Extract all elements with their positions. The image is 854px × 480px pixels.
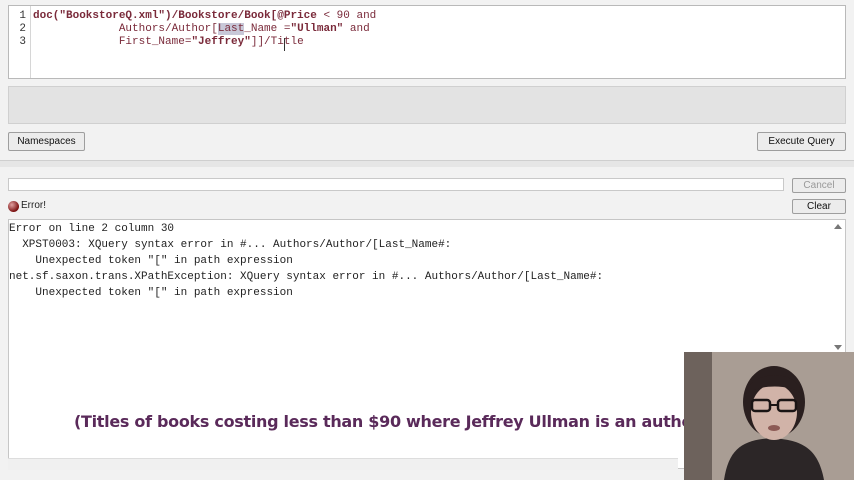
line-number: 2 <box>19 23 26 35</box>
code-line-2: Authors/Author[Last_Name ="Ullman" and <box>33 23 370 35</box>
text-cursor <box>284 38 285 51</box>
code-token: < 90 and <box>316 10 377 22</box>
code-token: and <box>343 23 370 35</box>
line-number-gutter: 1 2 3 <box>9 6 31 78</box>
code-token: _Name = <box>244 23 291 35</box>
pane-splitter[interactable] <box>0 160 854 167</box>
status-label: Error! <box>21 200 46 211</box>
code-token: ]]/Title <box>250 36 304 48</box>
code-token: "Jeffrey" <box>191 36 251 48</box>
horizontal-scrollbar[interactable] <box>8 458 678 470</box>
presenter-webcam <box>684 352 854 480</box>
presenter-image <box>684 352 854 480</box>
code-token: Authors/Author[ <box>33 23 218 35</box>
line-number: 1 <box>19 10 26 22</box>
code-token: doc("BookstoreQ.xml")/Bookstore/Book[@Pr… <box>33 10 317 22</box>
code-line-1: doc("BookstoreQ.xml")/Bookstore/Book[@Pr… <box>33 10 376 22</box>
cancel-button[interactable]: Cancel <box>792 178 846 193</box>
query-editor[interactable]: 1 2 3 doc("BookstoreQ.xml")/Bookstore/Bo… <box>8 5 846 79</box>
code-token: First_Name= <box>33 36 192 48</box>
namespaces-button[interactable]: Namespaces <box>8 132 85 151</box>
query-info-panel <box>8 86 846 124</box>
vertical-scrollbar[interactable] <box>833 223 843 351</box>
line-number: 3 <box>19 36 26 48</box>
clear-button[interactable]: Clear <box>792 199 846 214</box>
progress-bar <box>8 178 784 191</box>
code-token: "Ullman" <box>290 23 344 35</box>
code-line-3: First_Name="Jeffrey"]]/Title <box>33 36 304 48</box>
output-line: Unexpected token "[" in path expression <box>9 255 293 267</box>
output-line: Error on line 2 column 30 <box>9 223 175 235</box>
execute-query-button[interactable]: Execute Query <box>757 132 846 151</box>
output-line: net.sf.saxon.trans.XPathException: XQuer… <box>9 271 604 283</box>
output-line: Unexpected token "[" in path expression <box>9 287 293 299</box>
highlighted-token: Last <box>217 23 245 35</box>
output-line: XPST0003: XQuery syntax error in #... Au… <box>9 239 452 251</box>
lecture-caption: (Titles of books costing less than $90 w… <box>74 412 707 431</box>
error-icon <box>8 201 19 212</box>
